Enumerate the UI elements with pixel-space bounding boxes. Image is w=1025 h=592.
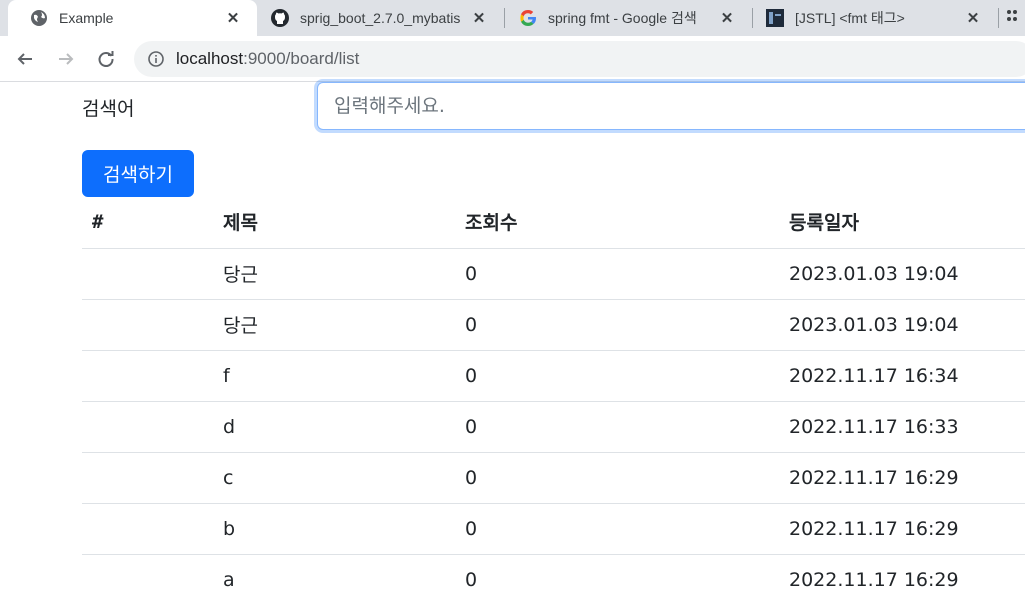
close-tab-icon[interactable]: ✕ bbox=[469, 8, 489, 28]
post-title-link[interactable]: 당근 bbox=[223, 315, 258, 337]
cell-number bbox=[82, 503, 223, 555]
table-row[interactable]: c 0 2022.11.17 16:29 bbox=[82, 452, 1025, 504]
tab-title: Example bbox=[59, 10, 114, 26]
globe-icon bbox=[30, 9, 48, 27]
cell-title[interactable]: b bbox=[223, 503, 465, 555]
table-row[interactable]: 당근 0 2023.01.03 19:04 bbox=[82, 299, 1025, 351]
cell-number bbox=[82, 248, 223, 300]
tab-title: sprig_boot_2.7.0_mybatis bbox=[300, 10, 461, 26]
back-button[interactable] bbox=[10, 44, 40, 74]
cell-views: 0 bbox=[465, 299, 789, 351]
arrow-left-icon bbox=[17, 53, 32, 65]
cell-number bbox=[82, 299, 223, 351]
table-row[interactable]: b 0 2022.11.17 16:29 bbox=[82, 503, 1025, 555]
close-tab-icon[interactable]: ✕ bbox=[717, 8, 737, 28]
reload-button[interactable] bbox=[91, 44, 121, 74]
cell-title[interactable]: 당근 bbox=[223, 299, 465, 351]
tab-google[interactable]: spring fmt - Google 검색 ✕ bbox=[505, 0, 751, 36]
column-header-views: 조회수 bbox=[465, 196, 789, 249]
cell-views: 0 bbox=[465, 554, 789, 592]
forward-button[interactable] bbox=[51, 44, 81, 74]
info-icon[interactable] bbox=[147, 50, 165, 68]
table-row[interactable]: f 0 2022.11.17 16:34 bbox=[82, 350, 1025, 402]
cell-views: 0 bbox=[465, 401, 789, 453]
cell-number bbox=[82, 350, 223, 402]
column-header-title: 제목 bbox=[223, 196, 465, 249]
board-table: # 제목 조회수 등록일자 당근 0 2023.01.03 19:04 당근 0… bbox=[82, 196, 1025, 592]
tab-separator bbox=[998, 8, 999, 28]
post-title-link[interactable]: b bbox=[223, 518, 235, 540]
url-host: localhost bbox=[176, 49, 244, 68]
cell-title[interactable]: 당근 bbox=[223, 248, 465, 300]
cell-date: 2023.01.03 19:04 bbox=[789, 248, 1025, 300]
url-text[interactable]: localhost:9000/board/list bbox=[176, 49, 359, 69]
cell-views: 0 bbox=[465, 350, 789, 402]
cell-number bbox=[82, 401, 223, 453]
tab-title: spring fmt - Google 검색 bbox=[548, 10, 697, 26]
cell-number bbox=[82, 452, 223, 504]
cell-title[interactable]: d bbox=[223, 401, 465, 453]
tab-overflow[interactable] bbox=[1005, 0, 1025, 36]
google-icon bbox=[519, 9, 537, 27]
post-title-link[interactable]: c bbox=[223, 467, 233, 489]
tab-example[interactable]: Example ✕ bbox=[8, 0, 257, 36]
post-title-link[interactable]: a bbox=[223, 569, 235, 591]
close-tab-icon[interactable]: ✕ bbox=[963, 8, 983, 28]
tab-github[interactable]: sprig_boot_2.7.0_mybatis ✕ bbox=[257, 0, 503, 36]
tab-title: [JSTL] <fmt 태그> bbox=[795, 10, 905, 26]
page-content: 검색어 검색하기 # 제목 조회수 등록일자 당근 0 2023.01.03 1… bbox=[0, 82, 1025, 592]
cell-views: 0 bbox=[465, 503, 789, 555]
column-header-date: 등록일자 bbox=[789, 196, 1025, 249]
column-header-number: # bbox=[82, 196, 223, 249]
table-header-row: # 제목 조회수 등록일자 bbox=[82, 196, 1025, 249]
cell-date: 2022.11.17 16:29 bbox=[789, 554, 1025, 592]
cell-date: 2022.11.17 16:29 bbox=[789, 503, 1025, 555]
github-icon bbox=[271, 9, 289, 27]
reload-icon bbox=[98, 51, 114, 67]
post-title-link[interactable]: 당근 bbox=[223, 264, 258, 286]
tab-strip: Example ✕ sprig_boot_2.7.0_mybatis ✕ spr… bbox=[0, 0, 1025, 36]
tab-jstl[interactable]: [JSTL] <fmt 태그> ✕ bbox=[753, 0, 997, 36]
post-title-link[interactable]: f bbox=[223, 365, 230, 387]
cell-views: 0 bbox=[465, 248, 789, 300]
address-bar[interactable]: localhost:9000/board/list bbox=[134, 41, 1025, 77]
cell-title[interactable]: a bbox=[223, 554, 465, 592]
cell-date: 2022.11.17 16:34 bbox=[789, 350, 1025, 402]
cell-date: 2023.01.03 19:04 bbox=[789, 299, 1025, 351]
close-tab-icon[interactable]: ✕ bbox=[223, 8, 243, 28]
cell-date: 2022.11.17 16:33 bbox=[789, 401, 1025, 453]
search-button[interactable]: 검색하기 bbox=[82, 150, 194, 197]
search-label: 검색어 bbox=[82, 98, 135, 120]
url-path: :9000/board/list bbox=[243, 49, 360, 68]
arrow-right-icon bbox=[59, 53, 74, 65]
cell-date: 2022.11.17 16:29 bbox=[789, 452, 1025, 504]
table-row[interactable]: d 0 2022.11.17 16:33 bbox=[82, 401, 1025, 453]
cell-views: 0 bbox=[465, 452, 789, 504]
dots-icon bbox=[1005, 7, 1019, 29]
post-title-link[interactable]: d bbox=[223, 416, 235, 438]
browser-toolbar: localhost:9000/board/list bbox=[0, 36, 1025, 82]
table-row[interactable]: a 0 2022.11.17 16:29 bbox=[82, 554, 1025, 592]
search-input[interactable] bbox=[317, 82, 1025, 130]
site-favicon bbox=[766, 9, 784, 27]
cell-number bbox=[82, 554, 223, 592]
table-row[interactable]: 당근 0 2023.01.03 19:04 bbox=[82, 248, 1025, 300]
cell-title[interactable]: c bbox=[223, 452, 465, 504]
cell-title[interactable]: f bbox=[223, 350, 465, 402]
